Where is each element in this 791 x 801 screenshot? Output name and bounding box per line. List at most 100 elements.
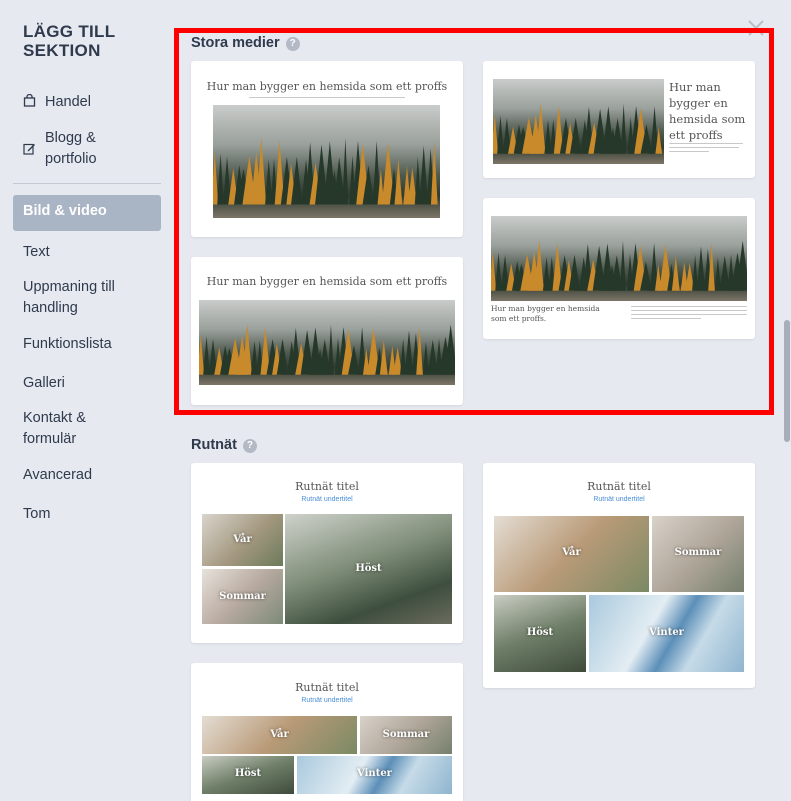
tile-label: Sommar (382, 729, 430, 740)
forest-image (213, 105, 440, 218)
tree-shape (217, 153, 224, 205)
tree-shape (379, 340, 388, 375)
section-title-text: Stora medier (191, 35, 280, 51)
sidebar-item-label: Blogg & portfolio (45, 130, 97, 167)
text-placeholder-line (631, 310, 747, 311)
edit-icon (23, 143, 35, 155)
sidebar-title: LÄGG TILL SEKTION (23, 22, 116, 60)
grid-tile-summer: Sommar (360, 716, 452, 754)
text-placeholder-line (249, 97, 405, 98)
grid-tile-autumn: Höst (202, 756, 294, 794)
sidebar-item-blogg-portfolio[interactable]: Blogg & portfolio (23, 128, 143, 170)
tree-shape (342, 138, 349, 205)
sidebar-item-label: Bild & video (23, 203, 107, 219)
sidebar-item-tom[interactable]: Tom (23, 504, 50, 525)
grid-card-a[interactable]: Rutnät titel Rutnät undertitel Vår Somma… (191, 463, 463, 643)
tree-shape (714, 257, 722, 291)
grid-card-title: Rutnät titel (295, 480, 359, 493)
grid-tile-spring: Vår (202, 716, 357, 754)
tree-shape (495, 252, 502, 291)
tile-label: Sommar (674, 547, 722, 558)
tree-pattern (213, 137, 438, 205)
grid-card-subtitle: Rutnät undertitel (301, 496, 353, 503)
sidebar-item-kontakt[interactable]: Kontakt & formulär (23, 408, 123, 450)
tile-label: Vår (562, 547, 581, 558)
tree-shape (213, 151, 219, 205)
text-placeholder-line (631, 314, 747, 315)
media-card-image-side-text[interactable]: Hur man bygger en hemsida som ett proffs (483, 61, 755, 178)
media-card-heading-wide-image[interactable]: Hur man bygger en hemsida som ett proffs (191, 257, 463, 405)
tree-shape (620, 103, 627, 154)
sidebar-item-bild-video[interactable]: Bild & video (13, 195, 161, 231)
sidebar-item-funktionslista[interactable]: Funktionslista (23, 334, 112, 355)
text-placeholder-line (631, 306, 747, 307)
sidebar-item-galleri[interactable]: Galleri (23, 373, 65, 394)
grid-tile-autumn: Höst (494, 595, 586, 672)
forest-image (493, 79, 664, 164)
sidebar-divider (13, 183, 161, 184)
tile-label: Vinter (357, 768, 392, 779)
card-heading: Hur man bygger en hemsida som ett proffs (206, 80, 448, 93)
section-title-grid: Rutnät? (191, 437, 257, 453)
tree-shape (404, 330, 414, 375)
grid-tile-spring: Vår (494, 516, 649, 592)
grid-card-subtitle: Rutnät undertitel (301, 697, 353, 704)
media-card-image-two-columns[interactable]: Hur man bygger en hemsida som ett proffs… (483, 198, 755, 339)
media-card-heading-image[interactable]: Hur man bygger en hemsida som ett proffs (191, 61, 463, 237)
grid-tile-summer: Sommar (202, 569, 283, 624)
scrollbar-thumb[interactable] (784, 320, 790, 442)
grid-card-title: Rutnät titel (295, 681, 359, 694)
tree-shape (493, 113, 499, 154)
close-icon[interactable] (746, 18, 766, 38)
tree-shape (203, 336, 210, 375)
tile-label: Vinter (649, 627, 684, 638)
caption-text: Hur man bygger en hemsida som ett proffs… (491, 304, 600, 323)
grid-tile-winter: Vinter (297, 756, 452, 794)
sidebar: LÄGG TILL SEKTION Handel Blogg & portfol… (0, 0, 172, 801)
tree-shape (696, 246, 706, 291)
tree-shape (327, 324, 334, 375)
text-placeholder-line (631, 318, 701, 319)
help-icon[interactable]: ? (242, 439, 257, 453)
tree-shape (671, 256, 680, 291)
grid-card-title: Rutnät titel (587, 480, 651, 493)
tree-shape (491, 250, 497, 291)
grid-tile-winter: Vinter (589, 595, 744, 672)
tree-pattern (199, 324, 455, 375)
tree-shape (497, 115, 504, 154)
tile-label: Vår (270, 729, 289, 740)
tree-pattern (493, 103, 663, 154)
tile-label: Vår (233, 534, 252, 545)
sidebar-item-handel[interactable]: Handel (23, 92, 91, 113)
text-placeholder-line (669, 151, 709, 152)
sidebar-item-avancerad[interactable]: Avancerad (23, 465, 92, 486)
grid-card-subtitle: Rutnät undertitel (593, 496, 645, 503)
side-heading: Hur man bygger en hemsida som ett proffs (669, 80, 746, 142)
tree-pattern (491, 240, 747, 291)
help-icon[interactable]: ? (285, 37, 300, 51)
tree-shape (422, 341, 430, 375)
forest-image (491, 216, 747, 301)
sidebar-item-uppmaning[interactable]: Uppmaning till handling (23, 277, 143, 319)
sidebar-item-text[interactable]: Text (23, 242, 50, 263)
tile-label: Sommar (219, 591, 266, 602)
tile-label: Höst (526, 627, 554, 638)
shopping-bag-icon (23, 94, 36, 107)
tile-label: Höst (355, 563, 382, 574)
tree-shape (619, 240, 626, 291)
grid-card-c[interactable]: Rutnät titel Rutnät undertitel Vår Somma… (191, 663, 463, 801)
forest-image (199, 300, 455, 385)
tree-shape (394, 158, 403, 205)
tile-label: Höst (234, 768, 262, 779)
card-heading: Hur man bygger en hemsida som ett proffs (206, 275, 448, 288)
grid-tile-spring: Vår (202, 514, 283, 566)
section-title-text: Rutnät (191, 437, 237, 453)
grid-tile-summer: Sommar (652, 516, 744, 592)
text-placeholder-line (669, 143, 743, 144)
tree-shape (199, 334, 205, 375)
tree-shape (419, 145, 429, 205)
grid-card-b[interactable]: Rutnät titel Rutnät undertitel Vår Somma… (483, 463, 755, 688)
grid-tile-autumn: Höst (285, 514, 452, 624)
section-title-large-media: Stora medier? (191, 35, 300, 51)
text-placeholder-line (669, 147, 739, 148)
